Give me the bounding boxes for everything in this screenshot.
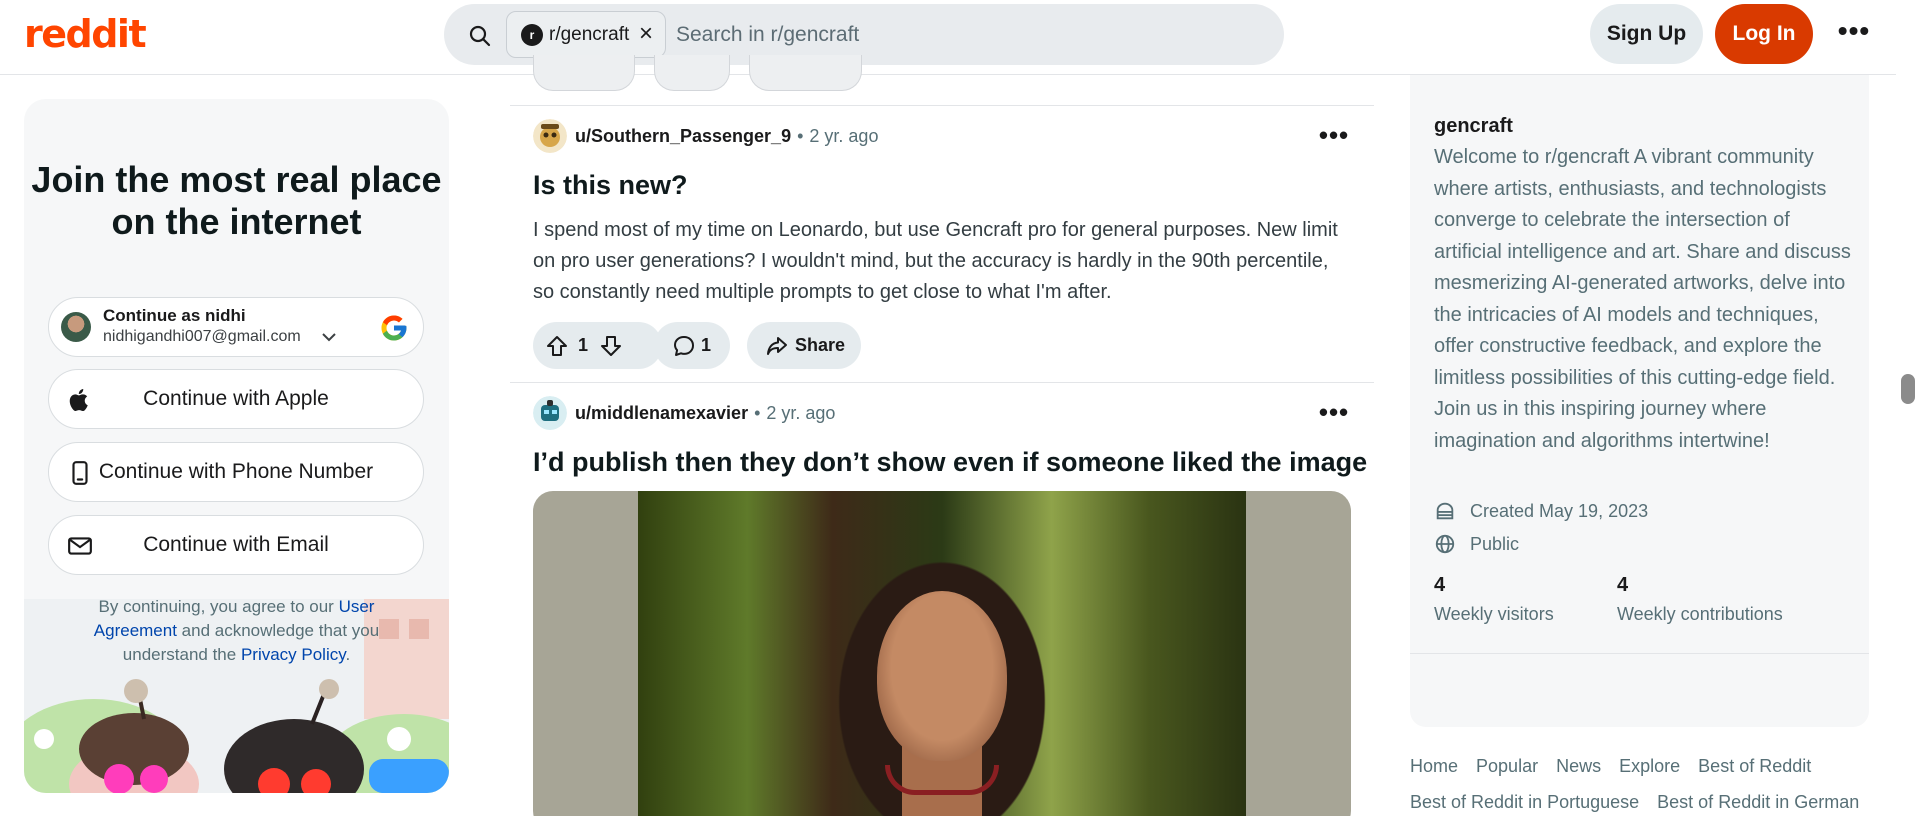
legal-disclaimer: By continuing, you agree to our User Agr… xyxy=(64,595,409,667)
downvote-icon[interactable] xyxy=(599,334,623,358)
previous-post-action-bar xyxy=(533,55,863,91)
footer-link-best-of-reddit[interactable]: Best of Reddit xyxy=(1698,756,1811,776)
log-in-button[interactable]: Log In xyxy=(1715,4,1813,64)
sidebar-divider xyxy=(1410,653,1869,654)
share-button[interactable] xyxy=(749,55,862,91)
post-author[interactable]: u/Southern_Passenger_9 xyxy=(575,126,791,147)
comments-button[interactable] xyxy=(654,55,730,91)
post-divider xyxy=(510,382,1374,383)
community-filter-chip[interactable]: r r/gencraft × xyxy=(506,11,666,58)
footer-link-popular[interactable]: Popular xyxy=(1476,756,1538,776)
google-icon xyxy=(381,315,407,341)
chevron-down-icon[interactable] xyxy=(321,331,337,343)
continue-with-google-button[interactable]: Continue as nidhi nidhigandhi007@gmail.c… xyxy=(48,297,424,357)
post-overflow-menu-icon[interactable]: ••• xyxy=(1316,399,1352,427)
post-author[interactable]: u/middlenamexavier xyxy=(575,403,748,424)
share-button[interactable]: Share xyxy=(747,322,861,369)
login-card-title: Join the most real place on the internet xyxy=(31,159,442,242)
footer-link-news[interactable]: News xyxy=(1556,756,1601,776)
post-timestamp: 2 yr. ago xyxy=(766,402,836,423)
weekly-visitors-label: Weekly visitors xyxy=(1434,604,1554,624)
post-title[interactable]: I’d publish then they don’t show even if… xyxy=(533,445,1367,479)
google-account-name: Continue as nidhi xyxy=(103,306,246,325)
community-description: Welcome to r/gencraft A vibrant communit… xyxy=(1434,146,1851,452)
more-options-icon[interactable]: ••• xyxy=(1836,17,1872,48)
sign-up-button[interactable]: Sign Up xyxy=(1590,4,1703,64)
footer-link-explore[interactable]: Explore xyxy=(1619,756,1680,776)
generated-portrait-image xyxy=(638,491,1246,816)
footer-link-home[interactable]: Home xyxy=(1410,756,1458,776)
avatar[interactable] xyxy=(533,396,567,430)
globe-icon xyxy=(1435,534,1455,554)
comment-count: 1 xyxy=(701,335,712,355)
cake-icon xyxy=(1436,502,1454,520)
post-meta: u/Southern_Passenger_9 • 2 yr. ago xyxy=(533,118,878,154)
apple-icon xyxy=(69,389,88,412)
created-date: Created May 19, 2023 xyxy=(1434,500,1648,522)
search-input[interactable] xyxy=(676,14,1256,55)
post-divider xyxy=(510,105,1374,106)
login-prompt-card: Join the most real place on the internet… xyxy=(24,99,449,793)
continue-with-phone-button[interactable]: Continue with Phone Number xyxy=(48,442,424,502)
post-title[interactable]: Is this new? xyxy=(533,168,688,202)
upvote-icon[interactable] xyxy=(545,334,569,358)
comment-icon xyxy=(674,336,694,356)
continue-with-email-button[interactable]: Continue with Email xyxy=(48,515,424,575)
post-timestamp: 2 yr. ago xyxy=(809,125,879,146)
google-account-email: nidhigandhi007@gmail.com xyxy=(103,328,301,345)
avatar xyxy=(61,312,91,342)
visibility-label: Public xyxy=(1470,533,1520,554)
post-body: I spend most of my time on Leonardo, but… xyxy=(533,219,1338,303)
weekly-contributions-count: 4 xyxy=(1617,574,1629,596)
search-icon xyxy=(469,25,491,47)
phone-button-label: Continue with Phone Number xyxy=(98,460,374,483)
post-meta: u/middlenamexavier • 2 yr. ago xyxy=(533,395,835,431)
top-header: reddit r r/gencraft × Sign Up Log In ••• xyxy=(0,0,1896,75)
vote-button[interactable] xyxy=(533,55,635,91)
community-name: gencraft xyxy=(1434,115,1513,137)
phone-icon xyxy=(72,461,88,485)
privacy-policy-link[interactable]: Privacy Policy xyxy=(241,645,346,664)
separator-dot: • xyxy=(797,125,804,146)
reddit-logo[interactable]: reddit xyxy=(24,12,147,56)
legal-text: . xyxy=(345,645,351,664)
scrollbar-thumb[interactable] xyxy=(1901,374,1915,404)
avatar[interactable] xyxy=(533,119,567,153)
vote-count: 1 xyxy=(578,335,589,355)
post-overflow-menu-icon[interactable]: ••• xyxy=(1316,122,1352,150)
continue-with-apple-button[interactable]: Continue with Apple xyxy=(48,369,424,429)
email-button-label: Continue with Email xyxy=(143,533,329,556)
footer-links: Home Popular News Explore Best of Reddit… xyxy=(1410,748,1880,816)
comments-button[interactable]: 1 xyxy=(654,322,730,369)
apple-button-label: Continue with Apple xyxy=(143,387,329,410)
mail-icon xyxy=(68,537,92,555)
page-scrollbar[interactable] xyxy=(1896,0,1920,816)
community-icon: r xyxy=(521,23,543,46)
share-label: Share xyxy=(795,335,846,355)
share-icon xyxy=(767,337,787,355)
separator-dot: • xyxy=(754,402,761,423)
created-date-label: Created May 19, 2023 xyxy=(1470,500,1649,521)
post-image[interactable] xyxy=(533,491,1351,816)
visibility: Public xyxy=(1434,533,1519,555)
weekly-visitors-count: 4 xyxy=(1434,574,1446,596)
community-info-card: gencraft Welcome to r/gencraft A vibrant… xyxy=(1410,75,1869,727)
footer-link-best-of-reddit-portuguese[interactable]: Best of Reddit in Portuguese xyxy=(1410,792,1639,812)
weekly-contributions-label: Weekly contributions xyxy=(1617,604,1783,624)
community-chip-label: r/gencraft xyxy=(549,23,630,45)
footer-link-best-of-reddit-german[interactable]: Best of Reddit in German xyxy=(1657,792,1859,812)
vote-button-group: 1 xyxy=(533,322,662,369)
close-icon[interactable]: × xyxy=(635,22,657,46)
legal-text: By continuing, you agree to our xyxy=(98,597,339,616)
